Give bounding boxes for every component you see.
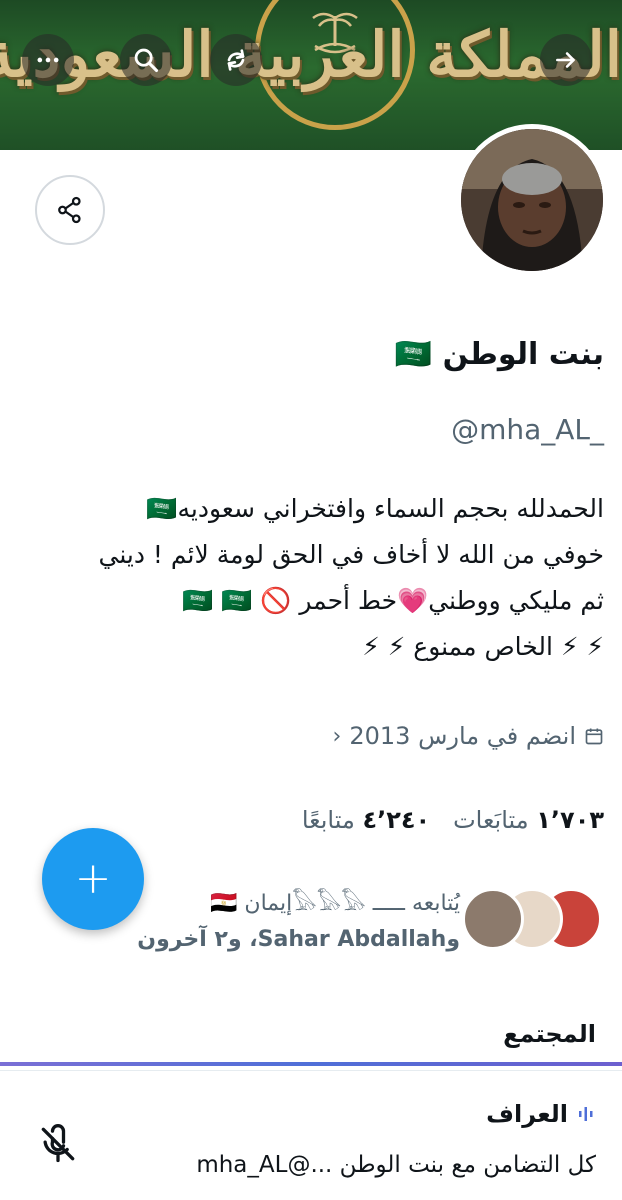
repost-button[interactable] <box>210 34 262 86</box>
bio-line: الحمدلله بحجم السماء وافتخراني سعوديه🇸🇦 <box>146 494 604 523</box>
calendar-icon <box>585 728 603 745</box>
avatar-photo <box>461 129 603 271</box>
mic-off-icon[interactable] <box>36 1122 80 1166</box>
follow-stats: ١٬٧٠٣ متابَعات ٤٬٢٤٠ متابعًا <box>302 806 604 834</box>
divider <box>0 1070 622 1071</box>
refresh-icon <box>227 49 245 71</box>
avatar[interactable] <box>456 124 608 276</box>
search-button[interactable] <box>120 34 172 86</box>
banner-text: المملكة العربية السعودية <box>0 18 622 91</box>
following-label: متابَعات <box>453 806 529 834</box>
display-name: بنت الوطن 🇸🇦 <box>394 337 604 372</box>
chevron-left-icon: ‹ <box>332 723 342 749</box>
bio-line: ⚡ ⚡ الخاص ممنوع ⚡ ⚡ <box>362 632 604 661</box>
mutual-avatar <box>462 888 524 950</box>
plus-icon: + <box>74 853 112 904</box>
audio-wave-icon <box>579 1107 593 1121</box>
community-tab[interactable]: المجتمع <box>503 1020 596 1048</box>
more-button[interactable] <box>22 34 74 86</box>
profile-bio: الحمدلله بحجم السماء وافتخراني سعوديه🇸🇦 … <box>4 486 605 670</box>
followers-link[interactable]: ٤٬٢٤٠ متابعًا <box>302 806 430 834</box>
following-count: ١٬٧٠٣ <box>536 806 604 834</box>
search-icon <box>134 48 159 73</box>
more-icon <box>37 57 59 63</box>
bio-line: خوفي من الله لا أخاف في الحق لومة لائم !… <box>98 540 605 569</box>
share-icon <box>58 196 81 224</box>
community-post-author[interactable]: العراف <box>486 1100 596 1128</box>
bio-line: ثم مليكي ووطني💗خط أحمر 🚫 🇸🇦 🇸🇦 <box>182 586 604 615</box>
tab-indicator <box>0 1062 622 1066</box>
back-button[interactable] <box>540 34 592 86</box>
mutual-followers-avatars[interactable] <box>462 888 602 952</box>
user-handle: @mha_AL_ <box>451 413 604 446</box>
compose-button[interactable]: + <box>42 828 144 930</box>
followers-label: متابعًا <box>301 806 355 834</box>
following-link[interactable]: ١٬٧٠٣ متابَعات <box>445 806 604 834</box>
share-profile-button[interactable] <box>35 175 105 245</box>
joined-date[interactable]: انضم في مارس 2013 ‹ <box>333 722 604 750</box>
community-post-text[interactable]: كل التضامن مع بنت الوطن ...@mha_AL <box>196 1152 596 1178</box>
followers-count: ٤٬٢٤٠ <box>362 806 431 834</box>
arrow-right-icon <box>556 52 575 68</box>
post-author-name: العراف <box>486 1100 568 1128</box>
joined-label: انضم في مارس 2013 <box>349 722 576 750</box>
